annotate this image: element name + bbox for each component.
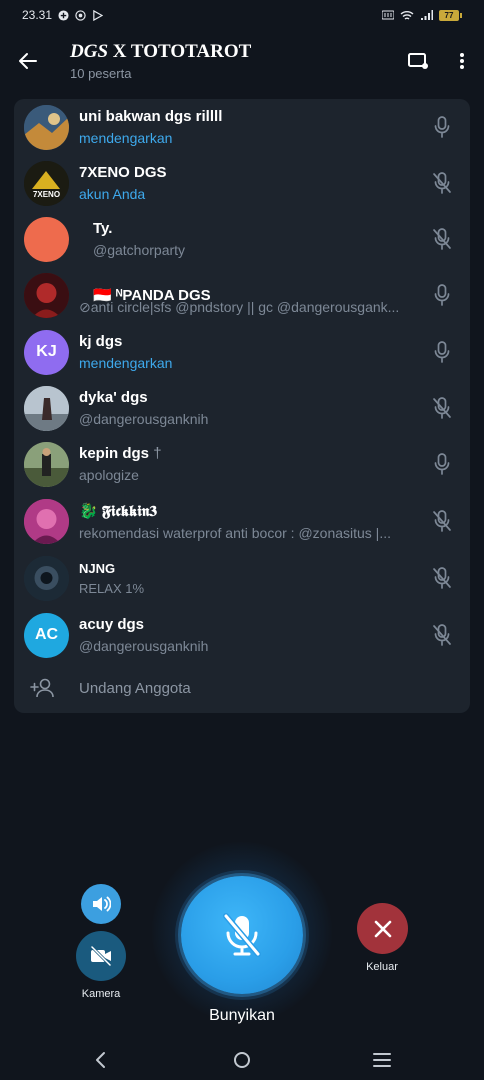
avatar: KJ <box>24 329 69 375</box>
close-icon <box>374 920 391 937</box>
svg-text:7XENO: 7XENO <box>33 190 60 199</box>
participant-status: rekomendasi waterprof anti bocor : @zona… <box>79 524 391 541</box>
chat-title: DGS X TOTOTAROT <box>70 41 252 62</box>
arrow-left-icon <box>19 53 37 69</box>
participant-count: 10 peserta <box>70 66 132 81</box>
mic-off-icon <box>223 913 261 957</box>
play-store-icon <box>92 9 104 21</box>
volte-icon <box>382 10 394 20</box>
camera-button[interactable] <box>76 931 126 981</box>
participant-status: @gatchorparty <box>93 242 186 258</box>
avatar-initials: AC <box>34 626 59 643</box>
more-options-button[interactable] <box>440 33 484 89</box>
nav-home-button[interactable] <box>230 1048 254 1072</box>
participant-row[interactable]: kepin dgs † apologize <box>14 436 470 492</box>
mic-off-icon <box>430 566 454 590</box>
more-vertical-icon <box>460 53 464 69</box>
avatar <box>24 498 69 544</box>
unmute-label: Bunyikan <box>209 1007 275 1024</box>
nav-recents-button[interactable] <box>370 1048 394 1072</box>
avatar <box>24 441 69 487</box>
camera-label: Kamera <box>81 988 121 1000</box>
whatsapp-icon <box>75 9 86 21</box>
avatar <box>24 272 69 318</box>
mic-off-icon <box>430 227 454 251</box>
mic-off-icon <box>430 623 454 647</box>
participant-status: akun Anda <box>79 186 146 202</box>
mic-off-icon <box>430 396 454 420</box>
participant-row[interactable]: NJNG RELAX 1% <box>14 550 470 606</box>
speaker-icon <box>93 896 111 912</box>
wifi-icon <box>400 10 414 21</box>
invite-members-button[interactable]: Undang Anggota <box>14 668 470 708</box>
status-bar: 23.31 77 <box>0 0 484 30</box>
mic-icon <box>430 452 454 476</box>
battery-icon: 77 <box>439 9 462 21</box>
chevron-left-icon <box>96 1052 105 1068</box>
mic-off-icon <box>430 171 454 195</box>
participant-name: Ty. <box>93 220 113 237</box>
participant-status: apologize <box>79 467 139 483</box>
avatar <box>24 104 69 150</box>
system-nav-bar <box>0 1040 484 1080</box>
participant-row[interactable]: 🐉 𝕱𝖎𝖈𝖐𝖐𝖎𝖓𝟑 rekomendasi waterprof anti bo… <box>14 493 470 549</box>
video-off-icon <box>90 946 112 966</box>
mic-icon <box>430 340 454 364</box>
back-button[interactable] <box>0 33 56 89</box>
participant-row[interactable]: Ty. @gatchorparty <box>14 211 470 267</box>
home-circle-icon <box>234 1052 250 1068</box>
participant-row[interactable]: 7XENO 7XENO DGS akun Anda <box>14 155 470 211</box>
participant-name: kj dgs <box>79 333 123 350</box>
participant-name: uni bakwan dgs rillll <box>79 108 223 125</box>
participant-name: NJNG <box>79 560 116 576</box>
participant-row[interactable]: uni bakwan dgs rillll mendengarkan <box>14 99 470 155</box>
participant-name: 7XENO DGS <box>79 164 167 181</box>
unmute-button[interactable] <box>181 876 303 994</box>
leave-label: Keluar <box>366 961 398 973</box>
avatar-initials: KJ <box>36 343 57 360</box>
avatar <box>24 385 69 431</box>
leave-button[interactable] <box>357 903 408 954</box>
screen-share-icon <box>408 53 428 69</box>
add-user-icon <box>30 678 54 698</box>
menu-icon <box>373 1053 391 1067</box>
participant-name: kepin dgs † <box>79 445 162 462</box>
participant-status: mendengarkan <box>79 130 173 146</box>
signal-icon <box>420 9 433 21</box>
header: DGS X TOTOTAROT 10 peserta <box>0 30 484 92</box>
avatar <box>24 555 69 601</box>
avatar <box>24 216 69 262</box>
participant-name: 🐉 𝕱𝖎𝖈𝖐𝖐𝖎𝖓𝟑 <box>79 502 157 520</box>
participant-name: dyka' dgs <box>79 389 148 406</box>
participant-row[interactable]: AC acuy dgs @dangerousganknih <box>14 607 470 663</box>
participant-row[interactable]: 🇮🇩 ᴺPANDA DGS ⊘anti circle|sfs @pndstory… <box>14 267 470 323</box>
participant-list: uni bakwan dgs rillll mendengarkan 7XENO… <box>14 99 470 713</box>
participant-name: acuy dgs <box>79 616 145 633</box>
participant-status: mendengarkan <box>79 355 173 371</box>
invite-label: Undang Anggota <box>79 679 191 697</box>
speaker-button[interactable] <box>81 884 121 924</box>
mic-icon <box>430 115 454 139</box>
clock: 23.31 <box>22 8 53 22</box>
notification-app-icon <box>58 9 69 21</box>
participant-status: @dangerousganknih <box>79 638 209 654</box>
mic-icon <box>430 283 454 307</box>
avatar: AC <box>24 612 69 658</box>
participant-row[interactable]: KJ kj dgs mendengarkan <box>14 324 470 380</box>
participant-status: ⊘anti circle|sfs @pndstory || gc @danger… <box>79 299 400 315</box>
nav-back-button[interactable] <box>88 1048 112 1072</box>
screen-share-button[interactable] <box>396 33 440 89</box>
participant-row[interactable]: dyka' dgs @dangerousganknih <box>14 380 470 436</box>
mic-off-icon <box>430 509 454 533</box>
participant-status: @dangerousganknih <box>79 411 209 427</box>
participant-status: RELAX 1% <box>79 580 145 596</box>
avatar: 7XENO <box>24 160 69 206</box>
battery-level: 77 <box>439 9 459 21</box>
